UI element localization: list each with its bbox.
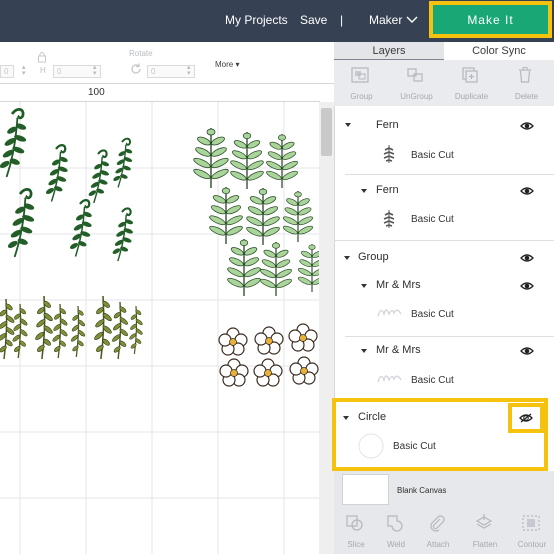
more-label: More xyxy=(215,60,234,69)
collapse-caret-icon[interactable] xyxy=(361,189,367,193)
my-projects-link[interactable]: My Projects xyxy=(225,13,288,27)
make-it-highlight: Make It xyxy=(429,1,552,38)
layer-name-circle[interactable]: Circle xyxy=(358,411,386,423)
vertical-scrollbar[interactable] xyxy=(319,102,334,554)
scrollbar-thumb[interactable] xyxy=(321,108,332,156)
script-thumbnail-icon xyxy=(377,375,402,383)
collapse-caret-icon[interactable] xyxy=(345,123,351,127)
ruler-number: 100 xyxy=(88,87,105,98)
contour-label: Contour xyxy=(517,540,547,549)
fern-light-group[interactable] xyxy=(191,127,328,297)
blank-canvas-swatch[interactable] xyxy=(342,474,389,505)
top-separator: | xyxy=(340,13,344,27)
layer-divider xyxy=(345,336,554,337)
delete-button[interactable]: Delete xyxy=(499,60,554,106)
group-button[interactable]: Group xyxy=(334,60,389,106)
fern-olive-group[interactable] xyxy=(0,295,144,360)
attach-button[interactable]: Attach xyxy=(416,508,460,554)
layer-name-group[interactable]: Group xyxy=(358,251,389,263)
weld-label: Weld xyxy=(386,540,406,549)
group-label: Group xyxy=(350,92,373,101)
duplicate-icon xyxy=(462,67,478,83)
more-button[interactable]: More ▾ xyxy=(215,60,239,69)
contour-button[interactable]: Contour xyxy=(510,508,554,554)
machine-select[interactable]: Maker xyxy=(369,13,402,27)
panel-tabs: Layers Color Sync xyxy=(334,42,554,60)
eye-icon[interactable] xyxy=(520,121,534,131)
save-link[interactable]: Save xyxy=(300,13,327,27)
flatten-icon xyxy=(475,514,493,529)
flatten-button[interactable]: Flatten xyxy=(463,508,507,554)
eye-icon[interactable] xyxy=(520,281,534,291)
make-it-button[interactable]: Make It xyxy=(433,5,548,34)
layer-name-mr-mrs-2[interactable]: Mr & Mrs xyxy=(376,344,421,356)
layer-sub-basic-cut-3: Basic Cut xyxy=(411,309,454,320)
chevron-down-icon[interactable] xyxy=(405,12,419,26)
tab-color-sync[interactable]: Color Sync xyxy=(444,42,554,60)
layer-sub-basic-cut-2: Basic Cut xyxy=(411,214,454,225)
layer-name-fern-1[interactable]: Fern xyxy=(376,119,399,131)
slice-label: Slice xyxy=(347,540,365,549)
width-stepper-icon[interactable]: ▴ ▾ xyxy=(22,64,26,77)
layer-sub-basic-cut-4: Basic Cut xyxy=(411,375,454,386)
rotate-icon[interactable] xyxy=(129,62,143,76)
collapse-caret-icon[interactable] xyxy=(343,416,349,420)
layer-name-fern-2[interactable]: Fern xyxy=(376,184,399,196)
weld-button[interactable]: Weld xyxy=(374,508,418,554)
delete-label: Delete xyxy=(514,92,539,101)
contour-icon xyxy=(522,515,540,531)
attach-label: Attach xyxy=(426,540,450,549)
ungroup-icon xyxy=(407,68,423,82)
layer-actions: Group UnGroup Duplicate Delete xyxy=(334,60,554,106)
eye-hidden-icon[interactable] xyxy=(519,413,533,423)
group-icon xyxy=(351,67,369,83)
script-thumbnail-icon xyxy=(377,309,402,317)
rotate-stepper-icon[interactable]: ▴ ▾ xyxy=(187,64,191,77)
fern-thumbnail-icon xyxy=(383,210,395,228)
design-space: My Projects Save | Maker Make It 0 ▴ ▾ H … xyxy=(0,0,554,554)
layer-divider xyxy=(345,174,554,175)
bottom-tools: Slice Weld Attach Flatten Contour xyxy=(334,508,554,554)
layer-name-mr-mrs-1[interactable]: Mr & Mrs xyxy=(376,279,421,291)
eye-icon[interactable] xyxy=(520,186,534,196)
width-field[interactable]: 0 xyxy=(0,65,14,78)
collapse-caret-icon[interactable] xyxy=(361,349,367,353)
flatten-label: Flatten xyxy=(472,540,498,549)
blank-canvas-label: Blank Canvas xyxy=(397,486,447,495)
horizontal-ruler xyxy=(0,84,320,102)
canvas-area[interactable] xyxy=(0,84,334,554)
eye-icon[interactable] xyxy=(520,253,534,263)
lock-icon[interactable] xyxy=(37,51,47,63)
slice-button[interactable]: Slice xyxy=(334,508,378,554)
layer-divider xyxy=(334,240,554,241)
rotate-label: Rotate xyxy=(129,49,153,58)
layer-sub-basic-cut-5: Basic Cut xyxy=(393,441,436,452)
ungroup-label: UnGroup xyxy=(400,92,433,101)
flower-group[interactable] xyxy=(218,323,319,387)
collapse-caret-icon[interactable] xyxy=(361,284,367,288)
collapse-caret-icon[interactable] xyxy=(344,256,350,260)
ungroup-button[interactable]: UnGroup xyxy=(389,60,444,106)
eye-icon[interactable] xyxy=(520,346,534,356)
height-stepper-icon[interactable]: ▴ ▾ xyxy=(93,64,97,77)
duplicate-button[interactable]: Duplicate xyxy=(444,60,499,106)
circle-thumbnail-icon xyxy=(358,433,384,459)
trash-icon xyxy=(519,67,531,83)
layer-sub-basic-cut-1: Basic Cut xyxy=(411,150,454,161)
tab-layers[interactable]: Layers xyxy=(334,42,444,60)
slice-icon xyxy=(346,515,363,531)
height-label: H xyxy=(40,66,46,75)
weld-icon xyxy=(387,515,403,532)
paperclip-icon xyxy=(430,515,445,532)
canvas-grid xyxy=(0,84,328,554)
duplicate-label: Duplicate xyxy=(454,92,489,101)
fern-thumbnail-icon xyxy=(383,145,395,163)
